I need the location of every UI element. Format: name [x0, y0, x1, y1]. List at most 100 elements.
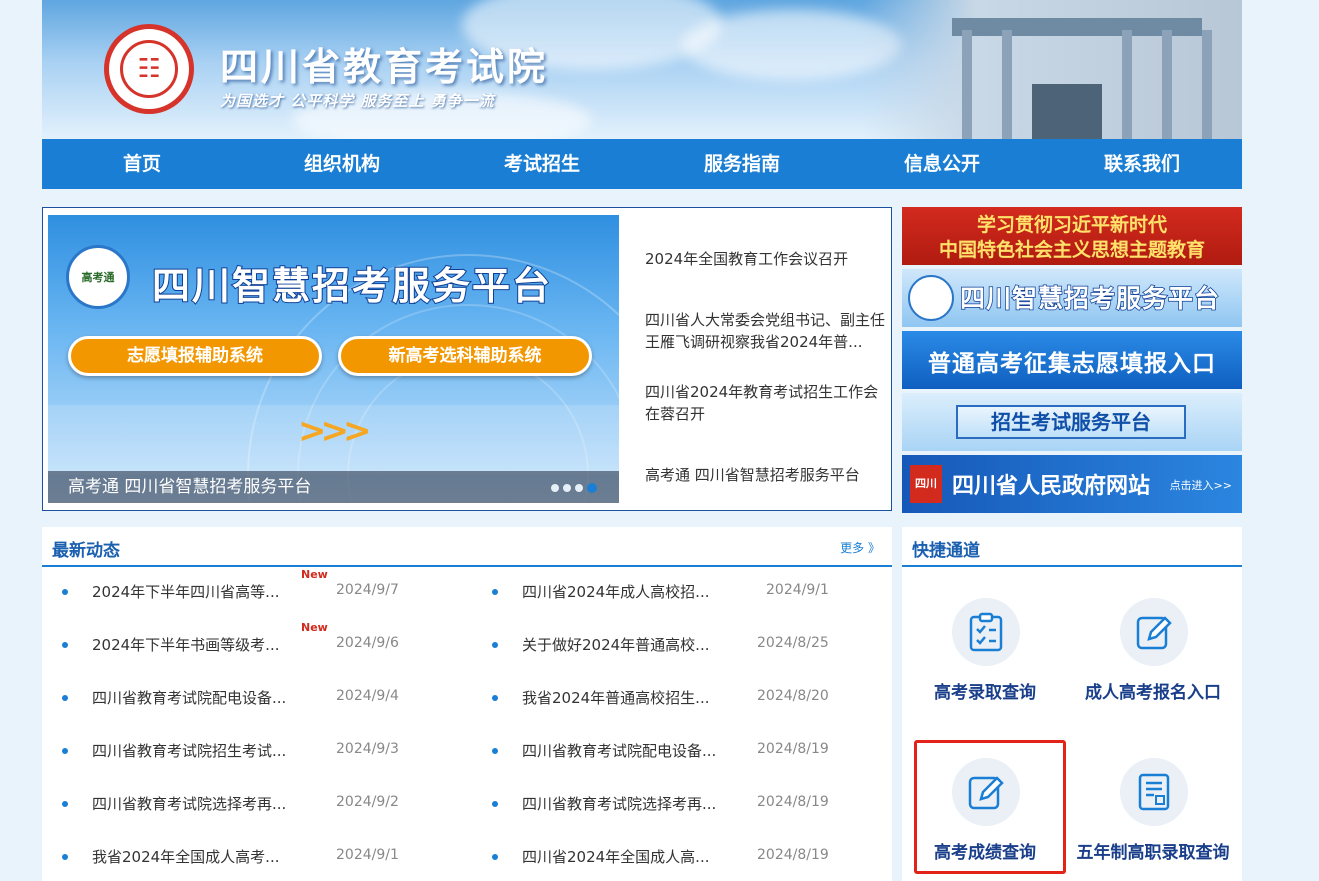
- focus-news-list: 2024年全国教育工作会议召开 四川省人大常委会党组书记、副主任王雁飞调研视察我…: [627, 215, 889, 503]
- logo-emblem-icon: ☷: [120, 40, 178, 98]
- banner-text: 招生考试服务平台: [956, 405, 1186, 439]
- nav-contact-us[interactable]: 联系我们: [1042, 139, 1242, 189]
- news-row[interactable]: 2024年下半年四川省高等... New 2024/9/7: [42, 568, 462, 607]
- nav-home[interactable]: 首页: [42, 139, 242, 189]
- news-date: 2024/9/3: [336, 741, 399, 757]
- bullet-icon: [492, 642, 498, 648]
- news-row[interactable]: 关于做好2024年普通高校... 2024/8/25: [472, 630, 892, 660]
- carousel-dot[interactable]: [563, 484, 571, 492]
- bullet-icon: [492, 854, 498, 860]
- news-row[interactable]: 四川省教育考试院配电设备... 2024/8/19: [472, 736, 892, 766]
- building-image: [862, 0, 1242, 139]
- document-icon: [1120, 758, 1188, 826]
- banner-text: 普通高考征集志愿填报入口: [928, 351, 1216, 377]
- latest-news-header: 最新动态 更多 》: [42, 527, 892, 567]
- news-row[interactable]: 四川省教育考试院配电设备... 2024/9/4: [42, 683, 462, 713]
- focus-news-item[interactable]: 2024年全国教育工作会议召开: [645, 248, 891, 270]
- carousel-caption[interactable]: 高考通 四川省智慧招考服务平台: [48, 471, 619, 503]
- quick-access-panel: 快捷通道 高考录取查询 成人高考报名入口 高考成绩查询 五年制高职录取查询: [902, 527, 1242, 881]
- focus-news-item[interactable]: 四川省人大常委会党组书记、副主任王雁飞调研视察我省2024年普...: [645, 309, 891, 353]
- news-date: 2024/8/19: [757, 847, 829, 863]
- nav-service-guide[interactable]: 服务指南: [642, 139, 842, 189]
- theme-education-banner[interactable]: 学习贯彻习近平新时代 中国特色社会主义思想主题教育: [902, 207, 1242, 265]
- selection-highlight: [914, 740, 1066, 874]
- image-carousel[interactable]: 高考通 四川智慧招考服务平台 志愿填报辅助系统 新高考选科辅助系统 >>> 高考…: [48, 215, 619, 503]
- site-logo[interactable]: ☷: [104, 24, 194, 114]
- news-row[interactable]: 我省2024年全国成人高考... 2024/9/1: [42, 842, 462, 872]
- main-nav: 首页 组织机构 考试招生 服务指南 信息公开 联系我们: [42, 139, 1242, 189]
- news-date: 2024/9/7: [336, 582, 399, 598]
- site-title: 四川省教育考试院: [220, 45, 549, 89]
- bullet-icon: [492, 695, 498, 701]
- banner-enter-link: 点击进入>>: [1169, 479, 1232, 492]
- nav-info-disclosure[interactable]: 信息公开: [842, 139, 1042, 189]
- news-date: 2024/8/20: [757, 688, 829, 704]
- bullet-icon: [62, 801, 68, 807]
- carousel-title: 四川智慧招考服务平台: [151, 263, 553, 309]
- news-title[interactable]: 四川省2024年成人高校招...: [522, 581, 709, 602]
- carousel-dot[interactable]: [575, 484, 583, 492]
- adult-gaokao-registration[interactable]: 成人高考报名入口: [1078, 598, 1228, 728]
- news-row[interactable]: 四川省教育考试院招生考试... 2024/9/3: [42, 736, 462, 766]
- smart-admission-banner[interactable]: 四川智慧招考服务平台: [902, 269, 1242, 327]
- bullet-icon: [62, 589, 68, 595]
- news-date: 2024/9/1: [336, 847, 399, 863]
- nav-organization[interactable]: 组织机构: [242, 139, 442, 189]
- provincial-government-banner[interactable]: 四川 四川省人民政府网站 点击进入>>: [902, 455, 1242, 513]
- news-title[interactable]: 我省2024年全国成人高考...: [92, 846, 279, 867]
- banner-line: 中国特色社会主义思想主题教育: [938, 239, 1205, 261]
- carousel-dot-active[interactable]: [587, 483, 597, 493]
- carousel-dots: [551, 483, 597, 493]
- more-link[interactable]: 更多 》: [840, 539, 880, 556]
- banner-text: 四川智慧招考服务平台: [959, 283, 1221, 314]
- news-title[interactable]: 2024年下半年书画等级考...: [92, 634, 279, 655]
- sichuan-seal-icon: 四川: [910, 465, 942, 503]
- news-row[interactable]: 我省2024年普通高校招生... 2024/8/20: [472, 683, 892, 713]
- gaokao-admission-query[interactable]: 高考录取查询: [910, 598, 1060, 728]
- news-date: 2024/8/25: [757, 635, 829, 651]
- news-title[interactable]: 关于做好2024年普通高校...: [522, 634, 709, 655]
- news-row[interactable]: 2024年下半年书画等级考... New 2024/9/6: [42, 621, 462, 660]
- bullet-icon: [492, 748, 498, 754]
- news-row[interactable]: 四川省2024年全国成人高... 2024/8/19: [472, 842, 892, 872]
- page-container: ☷ 四川省教育考试院 为国选才 公平科学 服务至上 勇争一流 首页 组织机构 考…: [42, 0, 1242, 881]
- focus-section: 高考通 四川智慧招考服务平台 志愿填报辅助系统 新高考选科辅助系统 >>> 高考…: [42, 207, 892, 511]
- news-title[interactable]: 四川省2024年全国成人高...: [522, 846, 709, 867]
- news-title[interactable]: 2024年下半年四川省高等...: [92, 581, 279, 602]
- bullet-icon: [62, 695, 68, 701]
- news-title[interactable]: 我省2024年普通高校招生...: [522, 687, 709, 708]
- carousel-dot[interactable]: [551, 484, 559, 492]
- news-title[interactable]: 四川省教育考试院配电设备...: [92, 687, 286, 708]
- gaokaotong-logo: 高考通: [66, 245, 130, 309]
- news-row[interactable]: 四川省教育考试院选择考再... 2024/9/2: [42, 789, 462, 819]
- five-year-vocational-admission-query[interactable]: 五年制高职录取查询: [1077, 758, 1230, 881]
- news-date: 2024/8/19: [757, 741, 829, 757]
- news-title[interactable]: 四川省教育考试院选择考再...: [522, 793, 716, 814]
- bullet-icon: [62, 854, 68, 860]
- news-row[interactable]: 四川省2024年成人高校招... 2024/9/1: [472, 577, 892, 607]
- news-title[interactable]: 四川省教育考试院配电设备...: [522, 740, 716, 761]
- edit-icon: [1120, 598, 1188, 666]
- supplementary-application-banner[interactable]: 普通高考征集志愿填报入口: [902, 331, 1242, 389]
- nav-exam-admission[interactable]: 考试招生: [442, 139, 642, 189]
- gaokaotong-logo-icon: [908, 275, 954, 321]
- news-date: 2024/8/19: [757, 794, 829, 810]
- news-title[interactable]: 四川省教育考试院选择考再...: [92, 793, 286, 814]
- news-row[interactable]: 四川省教育考试院选择考再... 2024/8/19: [472, 789, 892, 819]
- new-badge: New: [301, 621, 328, 634]
- subject-selection-button[interactable]: 新高考选科辅助系统: [338, 336, 592, 376]
- arrows-icon: >>>: [298, 411, 372, 451]
- bullet-icon: [62, 748, 68, 754]
- new-badge: New: [301, 568, 328, 581]
- banner-text: 四川省人民政府网站: [952, 474, 1151, 499]
- quick-access-label: 成人高考报名入口: [1085, 683, 1221, 703]
- bullet-icon: [492, 801, 498, 807]
- news-date: 2024/9/1: [766, 582, 829, 598]
- focus-news-item[interactable]: 四川省2024年教育考试招生工作会在蓉召开: [645, 381, 891, 425]
- news-title[interactable]: 四川省教育考试院招生考试...: [92, 740, 286, 761]
- admission-service-banner[interactable]: 招生考试服务平台: [902, 393, 1242, 451]
- focus-news-item[interactable]: 高考通 四川省智慧招考服务平台: [645, 464, 891, 486]
- quick-access-label: 高考录取查询: [934, 683, 1036, 703]
- volunteer-filling-button[interactable]: 志愿填报辅助系统: [68, 336, 322, 376]
- news-date: 2024/9/4: [336, 688, 399, 704]
